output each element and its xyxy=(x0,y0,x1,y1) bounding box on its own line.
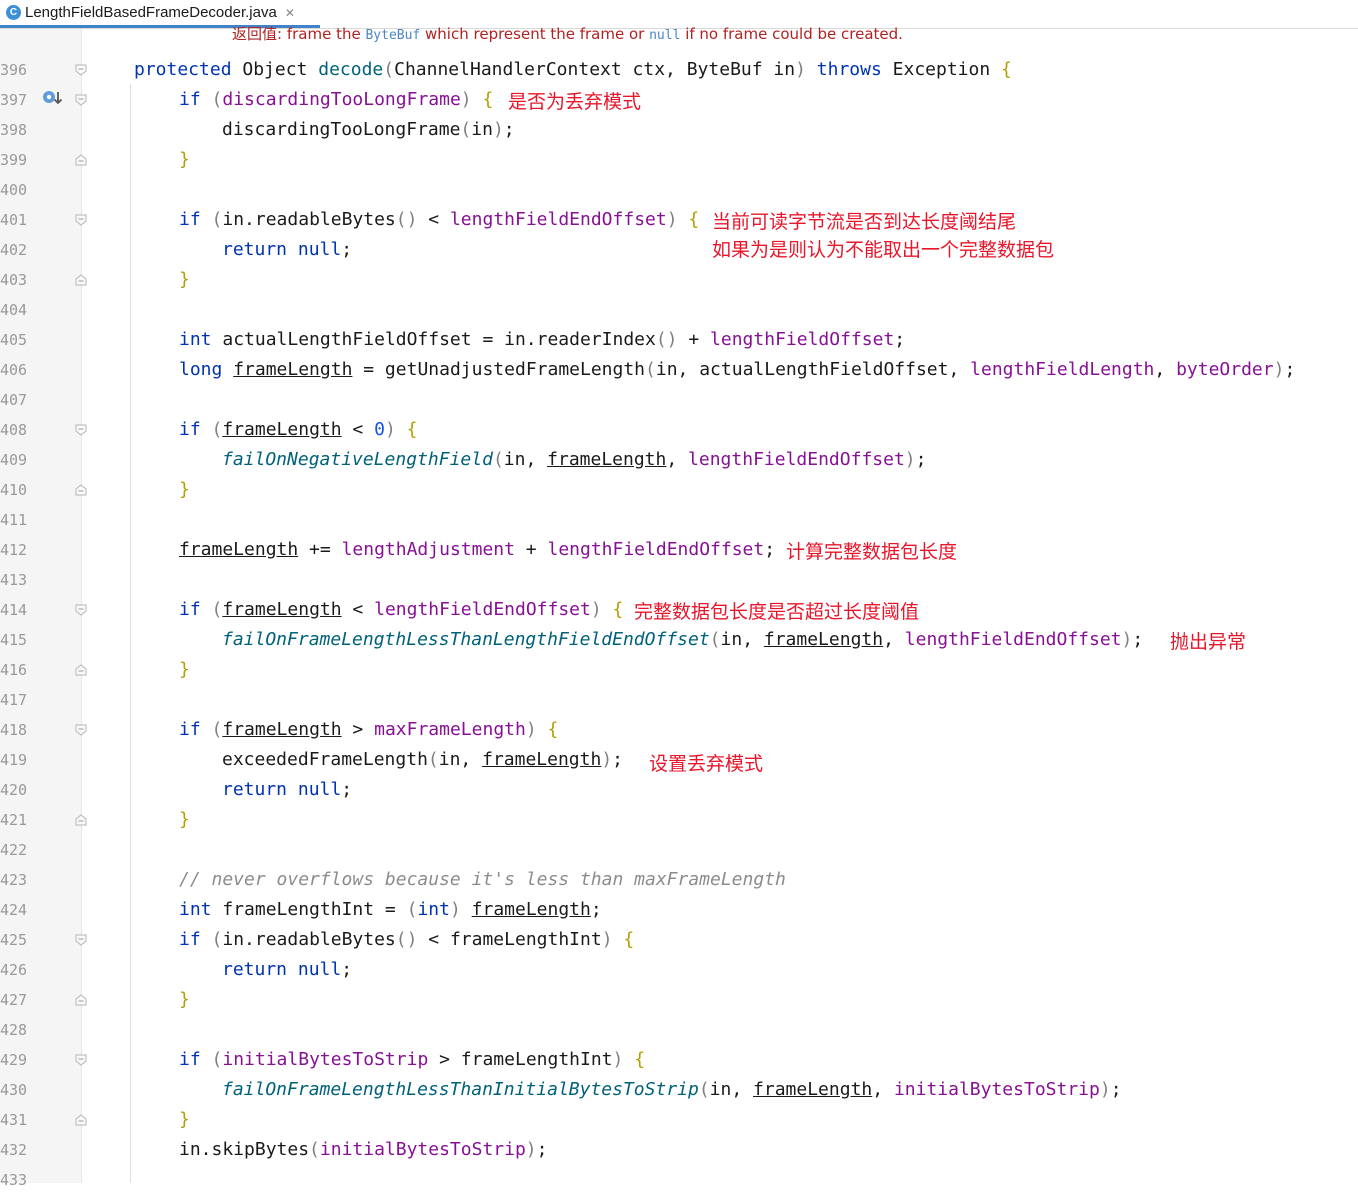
line-number: 414 xyxy=(0,601,28,619)
implements-method-icon[interactable] xyxy=(42,89,64,109)
line-number: 432 xyxy=(0,1141,28,1159)
line-number: 407 xyxy=(0,391,28,409)
doc-text: which represent the frame or xyxy=(420,25,650,43)
doc-text: frame the xyxy=(282,25,366,43)
line-number: 430 xyxy=(0,1081,28,1099)
line-number: 410 xyxy=(0,481,28,499)
line-number: 422 xyxy=(0,841,28,859)
code-line-427: } xyxy=(179,989,190,1010)
code-editor[interactable]: 返回值: frame the ByteBuf which represent t… xyxy=(82,0,1358,1183)
code-line-424: int frameLengthInt = (int) frameLength; xyxy=(179,899,602,920)
code-line-398: discardingTooLongFrame(in); xyxy=(222,119,515,140)
code-line-423: // never overflows because it's less tha… xyxy=(179,869,786,890)
line-number: 402 xyxy=(0,241,28,259)
code-line-414: if (frameLength < lengthFieldEndOffset) … xyxy=(179,599,624,620)
line-number: 411 xyxy=(0,511,28,529)
doc-label: 返回值: xyxy=(232,25,283,43)
line-number: 397 xyxy=(0,91,28,109)
code-line-421: } xyxy=(179,809,190,830)
code-line-409: failOnNegativeLengthField(in, frameLengt… xyxy=(222,449,927,470)
code-line-416: } xyxy=(179,659,190,680)
line-number: 421 xyxy=(0,811,28,829)
line-number: 418 xyxy=(0,721,28,739)
line-number: 396 xyxy=(0,61,28,79)
code-line-432: in.skipBytes(initialBytesToStrip); xyxy=(179,1139,548,1160)
line-number: 403 xyxy=(0,271,28,289)
line-number: 423 xyxy=(0,871,28,889)
line-number: 431 xyxy=(0,1111,28,1129)
line-number: 401 xyxy=(0,211,28,229)
code-line-419: exceededFrameLength(in, frameLength); xyxy=(222,749,624,770)
line-number: 417 xyxy=(0,691,28,709)
indent-guide xyxy=(130,84,131,1183)
line-number: 426 xyxy=(0,961,28,979)
code-line-406: long frameLength = getUnadjustedFrameLen… xyxy=(179,359,1296,380)
code-line-403: } xyxy=(179,269,190,290)
line-number: 399 xyxy=(0,151,28,169)
javadoc-return-line: 返回值: frame the ByteBuf which represent t… xyxy=(232,24,972,44)
line-number: 420 xyxy=(0,781,28,799)
code-line-418: if (frameLength > maxFrameLength) { xyxy=(179,719,559,740)
code-line-426: return null; xyxy=(222,959,353,980)
code-line-399: } xyxy=(179,149,190,170)
line-number: 415 xyxy=(0,631,28,649)
line-number: 408 xyxy=(0,421,28,439)
code-line-402: return null; xyxy=(222,239,353,260)
line-number: 429 xyxy=(0,1051,28,1069)
annotation-incomplete-packet: 如果为是则认为不能取出一个完整数据包 xyxy=(712,239,1055,261)
code-line-410: } xyxy=(179,479,190,500)
line-number: 405 xyxy=(0,331,28,349)
code-line-430: failOnFrameLengthLessThanInitialBytesToS… xyxy=(222,1079,1122,1100)
code-line-397: if (discardingTooLongFrame) { xyxy=(179,89,494,110)
line-number: 413 xyxy=(0,571,28,589)
code-line-415: failOnFrameLengthLessThanLengthFieldEndO… xyxy=(222,629,1144,650)
doc-code: ByteBuf xyxy=(365,28,421,43)
line-number: 409 xyxy=(0,451,28,469)
code-line-408: if (frameLength < 0) { xyxy=(179,419,418,440)
line-number: 419 xyxy=(0,751,28,769)
code-line-412: frameLength += lengthAdjustment + length… xyxy=(179,539,776,560)
code-line-405: int actualLengthFieldOffset = in.readerI… xyxy=(179,329,906,350)
line-number: 424 xyxy=(0,901,28,919)
line-number: 427 xyxy=(0,991,28,1009)
line-number: 412 xyxy=(0,541,28,559)
line-number: 416 xyxy=(0,661,28,679)
code-line-396: protected Object decode(ChannelHandlerCo… xyxy=(134,59,1012,80)
line-number: 428 xyxy=(0,1021,28,1039)
annotation-length-exceeds: 完整数据包长度是否超过长度阈值 xyxy=(634,601,920,623)
annotation-throw-exception: 抛出异常 xyxy=(1170,631,1247,653)
line-number: 398 xyxy=(0,121,28,139)
code-line-420: return null; xyxy=(222,779,353,800)
editor-gutter: 396 397 398 399 400 401 402 403 404 405 406 407 408 4… xyxy=(0,29,87,1189)
line-number: 404 xyxy=(0,301,28,319)
annotation-compute-length: 计算完整数据包长度 xyxy=(786,541,958,563)
line-number: 425 xyxy=(0,931,28,949)
code-line-425: if (in.readableBytes() < frameLengthInt)… xyxy=(179,929,635,950)
code-line-431: } xyxy=(179,1109,190,1130)
annotation-discard-mode: 是否为丢弃模式 xyxy=(508,91,642,113)
java-class-icon: C xyxy=(6,5,21,20)
line-number: 406 xyxy=(0,361,28,379)
annotation-set-discard-mode: 设置丢弃模式 xyxy=(649,753,764,775)
doc-code: null xyxy=(649,28,681,43)
line-number: 400 xyxy=(0,181,28,199)
line-number: 433 xyxy=(0,1171,28,1189)
code-line-401: if (in.readableBytes() < lengthFieldEndO… xyxy=(179,209,700,230)
code-line-429: if (initialBytesToStrip > frameLengthInt… xyxy=(179,1049,646,1070)
annotation-readable-bytes-end: 当前可读字节流是否到达长度阈结尾 xyxy=(712,211,1017,233)
doc-text: if no frame could be created. xyxy=(680,25,903,43)
